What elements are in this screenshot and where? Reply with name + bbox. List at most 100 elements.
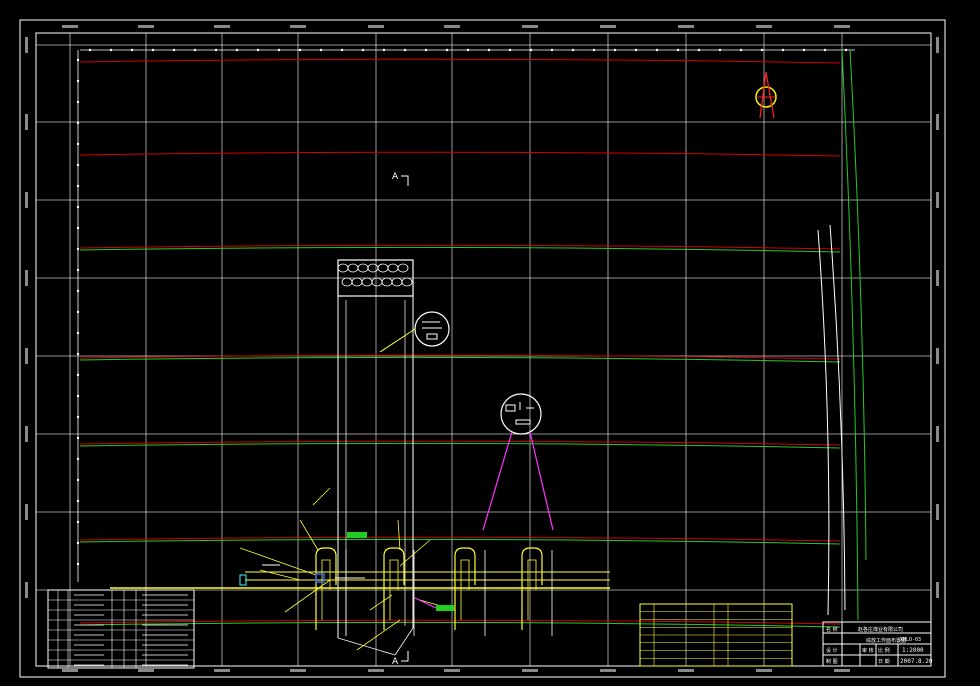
- cad-drawing-canvas: A A 名 称 赵各庄煤业有限公司 综放工作面布置图 设 计 审 核 比 例 1…: [0, 0, 980, 686]
- canvas-background: [0, 0, 980, 686]
- boundary-dot: [277, 48, 281, 52]
- boundary-dot: [235, 48, 239, 52]
- frame-tick-left: [25, 504, 28, 520]
- boundary-dot: [76, 352, 80, 356]
- frame-tick-bottom: [600, 669, 616, 672]
- boundary-dot: [76, 268, 80, 272]
- frame-tick-right: [936, 426, 939, 442]
- frame-tick-top: [214, 25, 230, 28]
- boundary-dot: [781, 48, 785, 52]
- boundary-dot: [844, 48, 848, 52]
- frame-tick-top: [522, 25, 538, 28]
- boundary-dot: [676, 48, 680, 52]
- frame-tick-top: [600, 25, 616, 28]
- boundary-dot: [382, 48, 386, 52]
- boundary-dot: [550, 48, 554, 52]
- boundary-dot: [76, 247, 80, 251]
- frame-tick-left: [25, 348, 28, 364]
- boundary-dot: [592, 48, 596, 52]
- boundary-dot: [340, 48, 344, 52]
- frame-tick-top: [756, 25, 772, 28]
- frame-tick-top: [678, 25, 694, 28]
- boundary-dot: [718, 48, 722, 52]
- boundary-dot: [76, 562, 80, 566]
- tb-company: 赵各庄煤业有限公司: [858, 626, 903, 633]
- frame-tick-left: [25, 270, 28, 286]
- boundary-dot: [739, 48, 743, 52]
- boundary-dot: [76, 58, 80, 62]
- frame-tick-bottom: [678, 669, 694, 672]
- section-mark-bottom-label: A: [392, 657, 399, 667]
- boundary-dot: [823, 48, 827, 52]
- boundary-dot: [76, 310, 80, 314]
- boundary-dot: [613, 48, 617, 52]
- frame-tick-right: [936, 582, 939, 598]
- frame-tick-bottom: [834, 669, 850, 672]
- boundary-dot: [76, 478, 80, 482]
- boundary-dot: [214, 48, 218, 52]
- boundary-dot: [802, 48, 806, 52]
- frame-tick-bottom: [368, 669, 384, 672]
- boundary-dot: [76, 373, 80, 377]
- frame-tick-bottom: [522, 669, 538, 672]
- frame-tick-left: [25, 582, 28, 598]
- boundary-dot: [76, 205, 80, 209]
- boundary-dot: [76, 499, 80, 503]
- tb-date-label: 日 期: [878, 659, 890, 665]
- frame-tick-bottom: [62, 669, 78, 672]
- boundary-dot: [76, 100, 80, 104]
- boundary-dot: [172, 48, 176, 52]
- frame-tick-bottom: [290, 669, 306, 672]
- frame-tick-right: [936, 192, 939, 208]
- boundary-dot: [76, 331, 80, 335]
- frame-tick-top: [290, 25, 306, 28]
- frame-tick-right: [936, 348, 939, 364]
- boundary-dot: [130, 48, 134, 52]
- tb-design-label: 设 计: [826, 647, 838, 654]
- boundary-dot: [76, 121, 80, 125]
- boundary-dot: [445, 48, 449, 52]
- frame-tick-top: [444, 25, 460, 28]
- frame-tick-top: [834, 25, 850, 28]
- frame-tick-bottom: [756, 669, 772, 672]
- tb-number: XMLO-03: [900, 637, 921, 643]
- boundary-dot: [76, 394, 80, 398]
- tb-scale-value: 1:2000: [902, 647, 924, 654]
- boundary-dot: [76, 226, 80, 230]
- boundary-dot: [193, 48, 197, 52]
- tb-name-label: 名 称: [826, 626, 838, 633]
- boundary-dot: [76, 184, 80, 188]
- frame-tick-left: [25, 37, 28, 53]
- green-label-block: [436, 605, 454, 611]
- frame-tick-bottom: [444, 669, 460, 672]
- boundary-dot: [76, 541, 80, 545]
- boundary-dot: [319, 48, 323, 52]
- boundary-dot: [76, 142, 80, 146]
- green-label-block: [347, 532, 367, 538]
- boundary-dot: [403, 48, 407, 52]
- boundary-dot: [508, 48, 512, 52]
- boundary-dot: [655, 48, 659, 52]
- boundary-dot: [151, 48, 155, 52]
- boundary-dot: [76, 79, 80, 83]
- frame-tick-right: [936, 37, 939, 53]
- frame-tick-left: [25, 114, 28, 130]
- frame-tick-top: [62, 25, 78, 28]
- frame-tick-right: [936, 114, 939, 130]
- boundary-dot: [109, 48, 113, 52]
- frame-tick-top: [368, 25, 384, 28]
- frame-tick-right: [936, 270, 939, 286]
- boundary-dot: [424, 48, 428, 52]
- boundary-dot: [76, 163, 80, 167]
- frame-tick-bottom: [214, 669, 230, 672]
- frame-tick-left: [25, 426, 28, 442]
- boundary-dot: [298, 48, 302, 52]
- boundary-dot: [76, 289, 80, 293]
- frame-tick-left: [25, 192, 28, 208]
- tb-scale-label: 比 例: [878, 647, 890, 654]
- boundary-dot: [487, 48, 491, 52]
- boundary-dot: [76, 457, 80, 461]
- tb-draw-label: 制 图: [826, 658, 838, 665]
- boundary-dot: [76, 520, 80, 524]
- boundary-dot: [634, 48, 638, 52]
